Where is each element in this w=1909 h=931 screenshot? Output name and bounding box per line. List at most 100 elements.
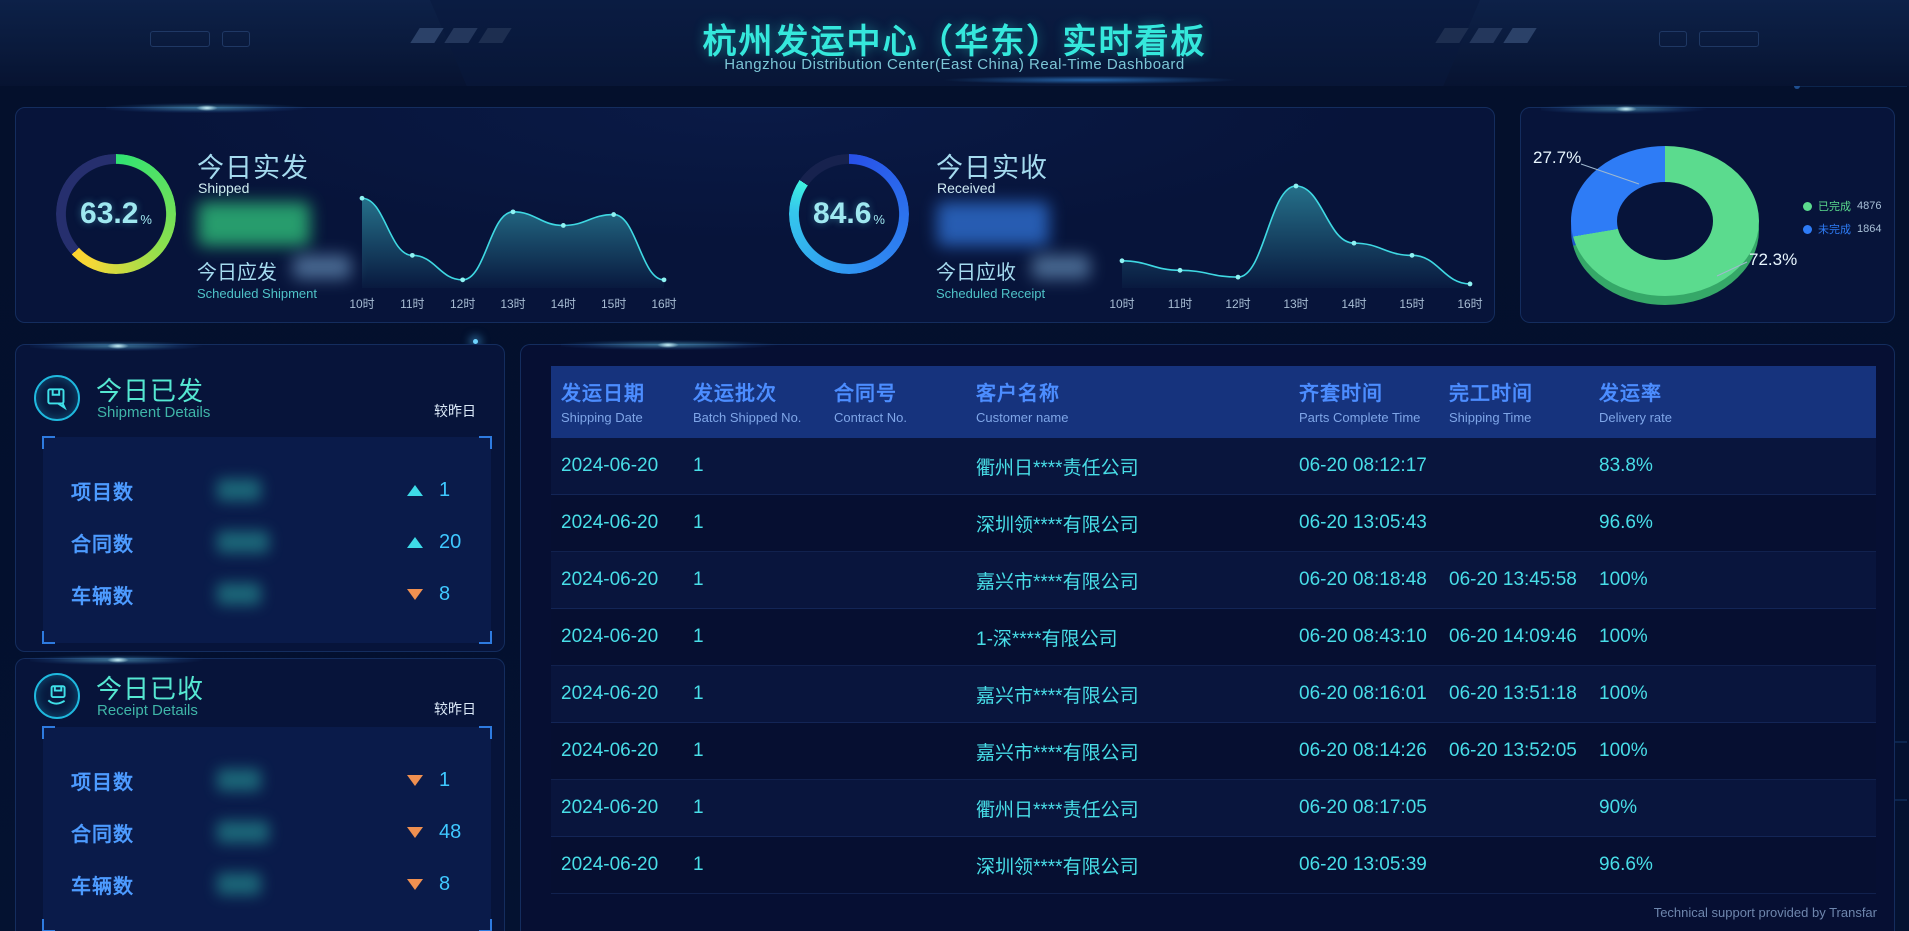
overview-panel: 63.2 % 今日实发 Shipped 今日应发 Scheduled Shipm… [15, 107, 1495, 323]
column-header: 发运批次Batch Shipped No. [693, 366, 834, 438]
table-row: 2024-06-201衢州日****责任公司06-20 08:17:0590% [551, 780, 1876, 837]
shipped-gauge-unit: % [140, 212, 152, 227]
cell-parts_complete_time: 06-20 13:05:43 [1299, 512, 1449, 534]
cell-batch: 1 [693, 854, 834, 876]
panel-flare [30, 653, 270, 667]
cell-parts_complete_time: 06-20 08:12:17 [1299, 455, 1449, 477]
shipping-table: 发运日期Shipping Date发运批次Batch Shipped No.合同… [551, 366, 1876, 894]
stat-value-masked [217, 583, 261, 605]
stat-label: 项目数 [71, 476, 201, 505]
received-subtitle: Received [937, 180, 995, 196]
stat-delta: 8 [439, 583, 491, 606]
cell-customer: 衢州日****责任公司 [976, 453, 1299, 480]
column-header-zh: 发运率 [1599, 377, 1876, 406]
stat-row: 合同数20 [43, 525, 491, 559]
stat-value-masked [217, 821, 269, 843]
completion-panel: 27.7% 72.3% 已完成4876未完成1864 [1520, 107, 1895, 323]
stat-label: 车辆数 [71, 870, 201, 899]
cell-shipping_date: 2024-06-20 [551, 569, 693, 591]
stat-label: 车辆数 [71, 580, 201, 609]
cell-batch: 1 [693, 797, 834, 819]
cell-shipping_date: 2024-06-20 [551, 740, 693, 762]
trend-up-icon [407, 485, 423, 496]
cell-parts_complete_time: 06-20 08:43:10 [1299, 626, 1449, 648]
receipt-details-panel: 今日已收 Receipt Details 较昨日 项目数1合同数48车辆数8 [15, 658, 505, 931]
column-header-zh: 齐套时间 [1299, 377, 1449, 406]
x-axis-label: 12时 [1225, 297, 1250, 311]
x-axis-label: 15时 [1399, 297, 1424, 311]
stat-value-masked [217, 769, 261, 791]
receipt-details-title: 今日已收 [96, 669, 204, 706]
column-header: 发运日期Shipping Date [551, 366, 693, 438]
shipped-gauge-value: 63.2 % [56, 154, 176, 274]
shipping-table-panel: 发运日期Shipping Date发运批次Batch Shipped No.合同… [520, 344, 1895, 931]
column-header-en: Shipping Date [561, 410, 693, 425]
trend-up-icon [407, 537, 423, 548]
trend-down-icon [407, 589, 423, 600]
column-header: 齐套时间Parts Complete Time [1299, 366, 1449, 438]
received-gauge-value: 84.6 % [789, 154, 909, 274]
panel-flare [561, 338, 861, 352]
scheduled-receipt-sublabel: Scheduled Receipt [936, 286, 1045, 301]
panel-flare [106, 101, 386, 115]
stat-label: 项目数 [71, 766, 201, 795]
stat-row: 车辆数 8 [43, 577, 491, 611]
cell-parts_complete_time: 06-20 08:14:26 [1299, 740, 1449, 762]
legend-dot-icon [1803, 202, 1812, 211]
stat-delta: 1 [439, 769, 491, 792]
shipment-details-title: 今日已发 [96, 371, 204, 408]
table-row: 2024-06-201深圳领****有限公司06-20 13:05:4396.6… [551, 495, 1876, 552]
shipment-details-subtitle: Shipment Details [97, 404, 210, 421]
receipt-stat-box: 项目数1合同数48车辆数8 [43, 727, 491, 931]
stat-row: 项目数 1 [43, 763, 491, 797]
shipped-subtitle: Shipped [198, 180, 249, 196]
stat-value-masked [217, 531, 269, 553]
stat-row: 车辆数 8 [43, 867, 491, 901]
cell-shipping_date: 2024-06-20 [551, 626, 693, 648]
shipped-gauge-percent: 63.2 [80, 197, 138, 231]
received-hourly-chart: 10时11时12时13时14时15时16时 [1108, 138, 1484, 316]
legend-name: 未完成 [1818, 221, 1851, 237]
scheduled-shipment-sublabel: Scheduled Shipment [197, 286, 317, 301]
page-subtitle: Hangzhou Distribution Center(East China)… [0, 56, 1909, 73]
cell-customer: 嘉兴市****有限公司 [976, 567, 1299, 594]
stat-delta: 8 [439, 873, 491, 896]
x-axis-label: 15时 [601, 297, 626, 311]
cell-shipping_date: 2024-06-20 [551, 512, 693, 534]
cell-batch: 1 [693, 626, 834, 648]
cell-parts_complete_time: 06-20 08:17:05 [1299, 797, 1449, 819]
pie-label-undone: 27.7% [1533, 148, 1581, 168]
column-header-zh: 完工时间 [1449, 377, 1599, 406]
cell-shipping_date: 2024-06-20 [551, 683, 693, 705]
table-body: 2024-06-201衢州日****责任公司06-20 08:12:1783.8… [551, 438, 1876, 894]
shipment-icon [34, 375, 80, 421]
column-header-zh: 客户名称 [976, 377, 1299, 406]
cell-customer: 深圳领****有限公司 [976, 510, 1299, 537]
cell-delivery_rate: 90% [1599, 797, 1876, 819]
shipment-stat-box: 项目数1 合同数20 车辆数 8 [43, 437, 491, 643]
trend-down-icon [407, 879, 423, 890]
scheduled-receipt-masked [1032, 255, 1090, 279]
x-axis-label: 14时 [551, 297, 576, 311]
cell-shipping_time: 06-20 13:45:58 [1449, 569, 1599, 591]
column-header: 发运率Delivery rate [1599, 366, 1876, 438]
cell-shipping_time: 06-20 13:52:05 [1449, 740, 1599, 762]
cell-customer: 深圳领****有限公司 [976, 852, 1299, 879]
column-header-en: Customer name [976, 410, 1299, 425]
receipt-details-subtitle: Receipt Details [97, 702, 198, 719]
stat-row: 项目数1 [43, 473, 491, 507]
receipt-icon [34, 673, 80, 719]
cell-customer: 嘉兴市****有限公司 [976, 681, 1299, 708]
compare-yesterday-label: 较昨日 [434, 401, 476, 421]
panel-flare [30, 339, 270, 353]
legend-item: 未完成1864 [1803, 221, 1881, 237]
x-axis-label: 10时 [1109, 297, 1134, 311]
cell-batch: 1 [693, 569, 834, 591]
scheduled-shipment-label: 今日应发 [197, 256, 277, 285]
column-header-zh: 合同号 [834, 377, 976, 406]
panel-flare [1541, 102, 1771, 116]
legend-name: 已完成 [1818, 198, 1851, 214]
x-axis-label: 14时 [1341, 297, 1366, 311]
stat-value-masked [217, 479, 261, 501]
received-value-masked [937, 202, 1049, 246]
